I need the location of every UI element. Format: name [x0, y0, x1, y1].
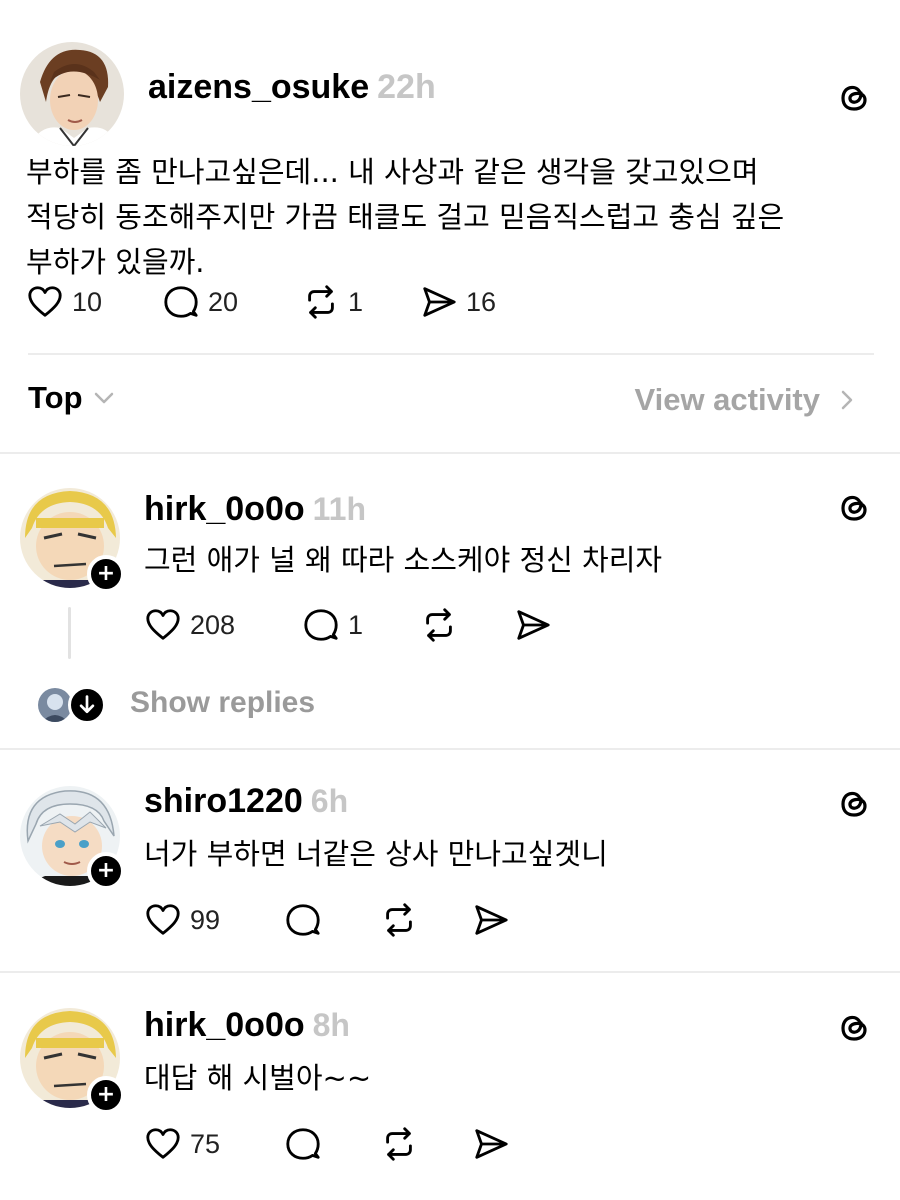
repost-button[interactable] [420, 606, 458, 644]
threads-logo-icon[interactable] [834, 488, 874, 528]
reply-body: 그런 애가 널 왜 따라 소스케야 정신 차리자 [144, 543, 663, 577]
thread-connector-line [68, 607, 71, 659]
follow-button[interactable]: + [87, 852, 125, 890]
share-button[interactable] [514, 606, 552, 644]
reply-divider [0, 748, 900, 750]
view-activity-link[interactable]: View activity [634, 382, 860, 418]
reply-timestamp: 6h [310, 783, 349, 819]
chevron-right-icon [841, 390, 853, 410]
share-count: 16 [466, 286, 497, 317]
reply-preview-avatar [38, 688, 72, 722]
repost-button[interactable] [380, 1125, 418, 1163]
show-replies-arrow-icon[interactable] [68, 686, 106, 724]
post-author-avatar[interactable] [20, 42, 124, 146]
heart-icon [28, 286, 62, 317]
repost-icon [386, 1127, 412, 1161]
repost-icon [426, 608, 452, 642]
sort-divider [0, 452, 900, 454]
like-button[interactable]: 208 [144, 606, 235, 644]
reply-header: hirk_0o0o 8h [144, 1006, 350, 1045]
reply-username[interactable]: hirk_0o0o [144, 490, 305, 528]
reply-divider [0, 971, 900, 973]
like-count: 99 [190, 904, 221, 935]
heart-icon [146, 1128, 180, 1159]
reply-username[interactable]: hirk_0o0o [144, 1006, 305, 1044]
comment-bubble-icon [164, 286, 198, 318]
post-body-line-1: 부하를 좀 만나고싶은데... 내 사상과 같은 생각을 갖고있으며 [26, 155, 759, 189]
send-icon [475, 905, 508, 935]
comment-button[interactable]: 20 [162, 283, 238, 321]
reply-body: 너가 부하면 너같은 상사 만나고싶겟니 [144, 837, 608, 871]
threads-logo-icon[interactable] [834, 1008, 874, 1048]
comment-bubble-icon [304, 609, 338, 641]
like-count: 208 [190, 609, 236, 640]
chevron-down-icon [94, 392, 113, 404]
send-icon [517, 610, 550, 640]
like-button[interactable]: 10 [26, 283, 102, 321]
share-button[interactable] [472, 1125, 510, 1163]
view-activity-label: View activity [634, 382, 820, 417]
comment-bubble-icon [286, 1128, 320, 1160]
send-icon [423, 287, 456, 317]
plus-icon: + [96, 858, 116, 883]
post-timestamp: 22h [377, 68, 436, 106]
like-count: 75 [190, 1128, 221, 1159]
comment-button[interactable]: 1 [302, 606, 363, 644]
comment-count: 1 [348, 609, 364, 640]
post-divider [28, 353, 874, 355]
comment-count: 20 [208, 286, 239, 317]
repost-icon [386, 903, 412, 937]
post-body-line-3: 부하가 있을까. [26, 245, 205, 279]
repost-icon [308, 285, 334, 319]
plus-icon: + [96, 1082, 116, 1107]
like-button[interactable]: 75 [144, 1125, 220, 1163]
reply-header: shiro1220 6h [144, 782, 348, 821]
reply-header: hirk_0o0o 11h [144, 490, 366, 529]
heart-icon [146, 904, 180, 935]
repost-button[interactable]: 1 [302, 283, 363, 321]
follow-button[interactable]: + [87, 1076, 125, 1114]
share-button[interactable]: 16 [420, 283, 496, 321]
send-icon [475, 1129, 508, 1159]
follow-button[interactable]: + [87, 555, 125, 593]
reply-body: 대답 해 시벌아~~ [144, 1061, 372, 1095]
threads-logo-icon[interactable] [834, 784, 874, 824]
threads-logo-icon[interactable] [834, 78, 874, 118]
like-button[interactable]: 99 [144, 901, 220, 939]
reply-username[interactable]: shiro1220 [144, 782, 303, 820]
comment-bubble-icon [286, 904, 320, 936]
like-count: 10 [72, 286, 103, 317]
heart-icon [146, 609, 180, 640]
post-body-line-2: 적당히 동조해주지만 가끔 태클도 걸고 믿음직스럽고 충심 깊은 [26, 200, 785, 234]
comment-button[interactable] [284, 1125, 322, 1163]
reply-timestamp: 8h [312, 1007, 350, 1043]
repost-count: 1 [348, 286, 364, 317]
show-replies-link[interactable]: Show replies [130, 686, 315, 720]
post-header: aizens_osuke 22h [148, 68, 436, 107]
repost-button[interactable] [380, 901, 418, 939]
sort-dropdown[interactable]: Top [28, 380, 117, 416]
sort-label: Top [28, 380, 83, 415]
post-username[interactable]: aizens_osuke [148, 68, 369, 106]
plus-icon: + [96, 561, 116, 586]
share-button[interactable] [472, 901, 510, 939]
comment-button[interactable] [284, 901, 322, 939]
reply-timestamp: 11h [312, 491, 366, 527]
